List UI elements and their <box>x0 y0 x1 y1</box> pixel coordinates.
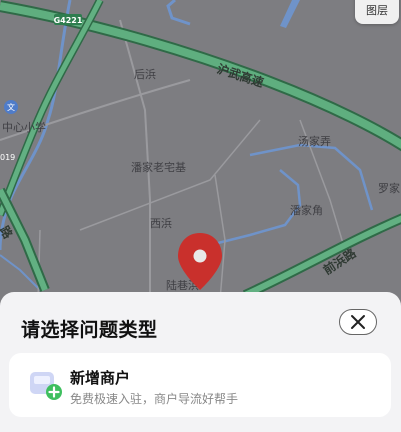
road-tag: 019 <box>0 153 15 162</box>
place-label: 罗家 <box>378 181 400 195</box>
sheet-title: 请选择问题类型 <box>21 319 158 341</box>
place-label: 潘家老宅基 <box>131 160 186 174</box>
option-subtitle: 免费极速入驻，商户导流好帮手 <box>70 392 239 406</box>
place-label: 中心小学 <box>2 120 46 134</box>
place-label: 汤家弄 <box>298 134 331 148</box>
store-add-icon <box>30 372 62 400</box>
place-label: 西浜 <box>150 217 172 230</box>
option-title: 新增商户 <box>70 369 131 387</box>
bottom-sheet: 请选择问题类型 新增商户 免费极速入驻，商户导流好帮手 <box>0 292 401 432</box>
place-label: 潘家角 <box>290 203 323 217</box>
layer-button[interactable]: 图层 <box>355 0 399 24</box>
option-card[interactable]: 新增商户 免费极速入驻，商户导流好帮手 <box>9 353 391 417</box>
place-label: 后浜 <box>134 68 156 81</box>
close-button[interactable] <box>339 309 377 335</box>
school-icon: 文 <box>7 102 15 112</box>
highway-tag: G4221 <box>54 16 83 25</box>
close-icon <box>351 315 365 329</box>
layer-button-label: 图层 <box>366 4 388 17</box>
